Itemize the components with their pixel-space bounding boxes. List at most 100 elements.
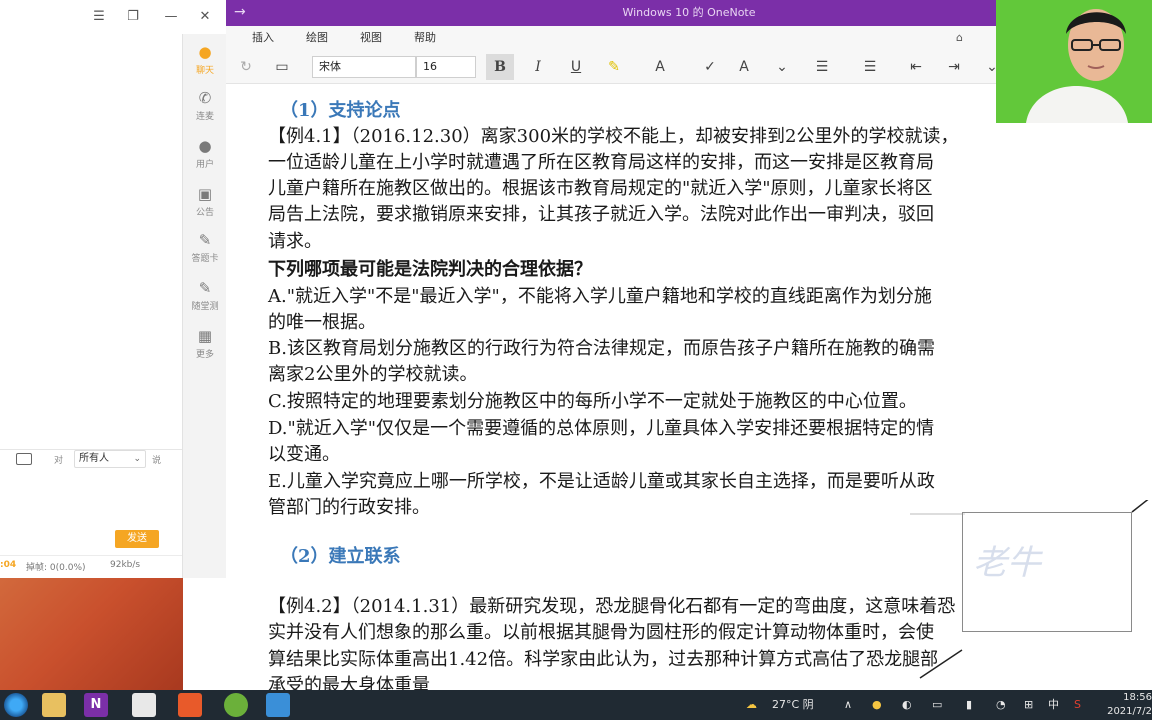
option-line: 离家2公里外的学校就读。 bbox=[268, 364, 478, 385]
weather-icon: ☁ bbox=[746, 698, 757, 711]
rail-item-more[interactable]: ▦ 更多 bbox=[183, 322, 227, 366]
chat-message-area: 对 所有人 ⌄ 说 bbox=[0, 34, 182, 578]
section-heading-1: （1）支持论点 bbox=[280, 100, 401, 121]
rail-label: 答题卡 bbox=[191, 254, 219, 264]
example-line: 局告上法院，要求撤销原来安排，让其孩子就近入学。法院对此作出一审判决，驳回 bbox=[268, 204, 934, 225]
tab-draw[interactable]: 绘图 bbox=[306, 26, 328, 50]
recipient-value: 所有人 bbox=[79, 453, 109, 464]
battery-icon[interactable]: ▮ bbox=[966, 690, 972, 720]
example-line: 一位适龄儿童在上小学时就遭遇了所在区教育局这样的安排，而这一安排是区教育局 bbox=[268, 152, 934, 173]
clock[interactable]: 18:56 2021/7/2 bbox=[1106, 691, 1152, 719]
option-line: C.按照特定的地理要素划分施教区中的每所小学不一定就处于施教区的中心位置。 bbox=[268, 391, 917, 412]
bold-button[interactable]: B bbox=[486, 54, 514, 80]
bitrate: 92kb/s bbox=[110, 560, 141, 570]
example-line: 实并没有人们想象的那么重。以前根据其腿骨为圆柱形的假定计算动物体重时，会使 bbox=[268, 622, 934, 643]
option-line: 以变通。 bbox=[268, 444, 340, 465]
tab-insert[interactable]: 插入 bbox=[252, 26, 274, 50]
chat-input[interactable] bbox=[0, 471, 182, 527]
input-mode-icon[interactable]: ⊞ bbox=[1024, 690, 1033, 720]
onenote-icon[interactable]: N bbox=[84, 693, 108, 717]
volume-icon[interactable]: ◔ bbox=[996, 690, 1006, 720]
font-name-field[interactable]: 宋体 bbox=[312, 56, 416, 78]
file-explorer-icon[interactable] bbox=[42, 693, 66, 717]
option-line: 的唯一根据。 bbox=[268, 312, 376, 333]
quiz-icon: ✎ bbox=[198, 279, 212, 297]
rail-item-quiz[interactable]: ✎ 随堂测 bbox=[183, 274, 227, 318]
weather-text[interactable]: 27°C 阴 bbox=[772, 690, 814, 720]
chat-side-rail: ● 聊天 ✆ 连麦 ● 用户 ▣ 公告 ✎ 答题卡 ✎ 随堂测 ▦ 更多 bbox=[182, 34, 226, 578]
phone-icon: ✆ bbox=[198, 89, 212, 107]
restore-icon[interactable]: ❐ bbox=[122, 6, 144, 28]
tab-help[interactable]: 帮助 bbox=[414, 26, 436, 50]
redo-icon[interactable]: ↻ bbox=[232, 54, 260, 80]
share-icon[interactable]: ⌂ bbox=[956, 26, 963, 50]
announcement-icon: ▣ bbox=[197, 185, 213, 203]
indent-icon[interactable]: ⇥ bbox=[940, 54, 968, 80]
tab-view[interactable]: 视图 bbox=[360, 26, 382, 50]
rail-label: 聊天 bbox=[195, 66, 214, 76]
browser-icon[interactable] bbox=[4, 693, 28, 717]
menu-icon[interactable]: ☰ bbox=[88, 6, 110, 28]
option-line: A."就近入学"不是"最近入学"，不能将入学儿童户籍地和学校的直线距离作为划分施 bbox=[268, 286, 932, 307]
recipient-select[interactable]: 所有人 ⌄ bbox=[74, 450, 146, 468]
ime-indicator[interactable]: 中 bbox=[1048, 690, 1059, 720]
stream-time: :04 bbox=[0, 560, 17, 570]
live-class-window: ☰ ❐ — ✕ 对 所有人 ⌄ 说 发送 :04 掉帧: 0(0.0%) 92k… bbox=[0, 0, 226, 578]
rail-label: 公告 bbox=[195, 208, 214, 218]
teacher-portrait bbox=[996, 0, 1152, 123]
clock-date: 2021/7/2 bbox=[1107, 706, 1152, 717]
example-line: 算结果比实际体重高出1.42倍。科学家由此认为，过去那种计算方式高估了恐龙腿部 bbox=[268, 649, 939, 670]
font-color-icon[interactable]: A bbox=[646, 54, 674, 80]
app-icon[interactable] bbox=[224, 693, 248, 717]
rail-item-chat[interactable]: ● 聊天 bbox=[183, 38, 227, 82]
font-size-field[interactable]: 16 bbox=[416, 56, 476, 78]
underline-button[interactable]: U bbox=[562, 54, 590, 80]
live-class-icon[interactable] bbox=[266, 693, 290, 717]
send-button[interactable]: 发送 bbox=[115, 530, 159, 548]
numbered-list-icon[interactable]: ☰ bbox=[856, 54, 884, 80]
app-icon[interactable] bbox=[178, 693, 202, 717]
question: 下列哪项最可能是法院判决的合理依据？ bbox=[268, 259, 592, 280]
network-icon[interactable]: ◐ bbox=[902, 690, 912, 720]
close-icon[interactable]: ✕ bbox=[194, 6, 216, 28]
highlighter-icon[interactable]: ✎ bbox=[600, 54, 628, 80]
rail-label: 更多 bbox=[195, 350, 214, 360]
clipboard-icon[interactable]: ▭ bbox=[268, 54, 296, 80]
option-line: 管部门的行政安排。 bbox=[268, 497, 430, 518]
image-icon[interactable] bbox=[16, 453, 32, 465]
outdent-icon[interactable]: ⇤ bbox=[902, 54, 930, 80]
rail-item-answer-card[interactable]: ✎ 答题卡 bbox=[183, 226, 227, 270]
chevron-down-icon[interactable]: ⌄ bbox=[768, 54, 796, 80]
display-icon[interactable]: ▭ bbox=[932, 690, 942, 720]
bullet-list-icon[interactable]: ☰ bbox=[808, 54, 836, 80]
windows-taskbar: N ☁ 27°C 阴 ∧ ● ◐ ▭ ▮ ◔ ⊞ 中 S 18:56 2021/… bbox=[0, 690, 1152, 720]
rail-label: 随堂测 bbox=[191, 302, 219, 312]
watermark-stamp: 老牛 bbox=[962, 512, 1132, 632]
teacher-webcam bbox=[996, 0, 1152, 123]
rail-item-notice[interactable]: ▣ 公告 bbox=[183, 180, 227, 224]
option-line: D."就近入学"仅仅是一个需要遵循的总体原则，儿童具体入学安排还要根据特定的情 bbox=[268, 418, 935, 439]
say-label: 说 bbox=[152, 456, 162, 466]
chat-bubble-icon: ● bbox=[198, 43, 212, 61]
rail-item-users[interactable]: ● 用户 bbox=[183, 132, 227, 176]
more-grid-icon: ▦ bbox=[197, 327, 213, 345]
sogou-ime-icon[interactable]: S bbox=[1074, 690, 1081, 720]
example-line: 请求。 bbox=[268, 231, 322, 252]
minimize-icon[interactable]: — bbox=[160, 6, 182, 28]
chat-titlebar: ☰ ❐ — ✕ bbox=[0, 0, 226, 34]
option-line: E.儿童入学究竟应上哪一所学校，不是让适龄儿童或其家长自主选择，而是要听从政 bbox=[268, 471, 935, 492]
option-line: B.该区教育局划分施教区的行政行为符合法律规定，而原告孩子户籍所在施教的确需 bbox=[268, 338, 935, 359]
example-line: 【例4.1】（2016.12.30）离家300米的学校不能上，却被安排到2公里外… bbox=[268, 126, 959, 147]
clear-format-icon[interactable]: A bbox=[730, 54, 758, 80]
chevron-up-icon[interactable]: ∧ bbox=[844, 690, 852, 720]
italic-button[interactable]: I bbox=[524, 54, 552, 80]
chat-input-toolbar: 对 所有人 ⌄ 说 bbox=[0, 449, 182, 471]
user-icon: ● bbox=[198, 137, 212, 155]
recipient-prefix: 对 bbox=[54, 456, 64, 466]
app-icon[interactable] bbox=[132, 693, 156, 717]
format-painter-icon[interactable]: ✓ bbox=[696, 54, 724, 80]
tray-app-icon[interactable]: ● bbox=[872, 690, 882, 720]
answer-card-icon: ✎ bbox=[198, 231, 212, 249]
example-line: 【例4.2】（2014.1.31）最新研究发现，恐龙腿骨化石都有一定的弯曲度，这… bbox=[268, 596, 956, 617]
rail-item-mic[interactable]: ✆ 连麦 bbox=[183, 84, 227, 128]
